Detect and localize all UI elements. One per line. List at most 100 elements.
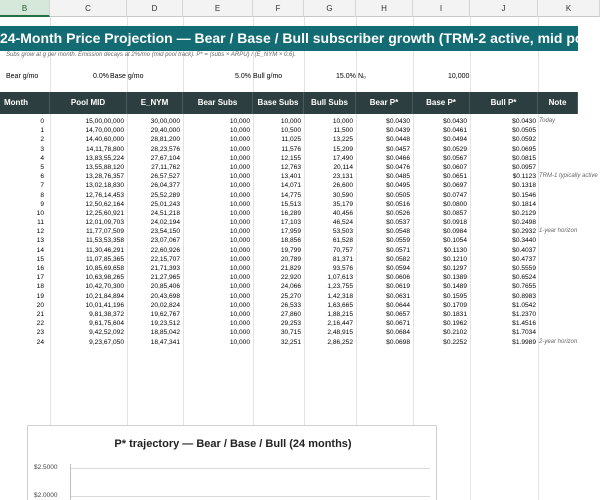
cell-bull-subs[interactable]: 26,600: [304, 181, 353, 190]
cell-bear-subs[interactable]: 10,000: [183, 282, 250, 291]
cell-base-subs[interactable]: 21,829: [253, 264, 301, 273]
cell-bull-p[interactable]: $1.7034: [470, 328, 536, 337]
cell-bear-p[interactable]: $0.0559: [356, 236, 410, 245]
cell-base-subs[interactable]: 17,959: [253, 227, 301, 236]
cell-note[interactable]: [538, 163, 600, 172]
cell-bear-subs[interactable]: 10,000: [183, 301, 250, 310]
cell-pool-mid[interactable]: 9,42,52,092: [50, 328, 124, 337]
cell-note[interactable]: [538, 301, 600, 310]
cell-month[interactable]: 3: [0, 145, 44, 154]
cell-base-p[interactable]: $0.2252: [413, 338, 467, 347]
cell-bear-subs[interactable]: 10,000: [183, 154, 250, 163]
cell-base-p[interactable]: $0.0857: [413, 209, 467, 218]
cell-bear-p[interactable]: $0.0495: [356, 181, 410, 190]
cell-bear-subs[interactable]: 10,000: [183, 338, 250, 347]
column-header-j[interactable]: J: [470, 0, 538, 17]
column-header-i[interactable]: I: [413, 0, 470, 17]
cell-e-nym[interactable]: 25,01,243: [127, 200, 180, 209]
cell-base-subs[interactable]: 27,860: [253, 310, 301, 319]
cell-month[interactable]: 11: [0, 218, 44, 227]
bear-growth-value[interactable]: 0.0%: [93, 73, 109, 80]
cell-bear-subs[interactable]: 10,000: [183, 328, 250, 337]
cell-bull-p[interactable]: $0.1814: [470, 200, 536, 209]
header-base-p[interactable]: Base P*: [413, 92, 470, 114]
cell-bull-subs[interactable]: 1,23,755: [304, 282, 353, 291]
cell-pool-mid[interactable]: 14,40,60,000: [50, 135, 124, 144]
cell-pool-mid[interactable]: 9,23,67,050: [50, 338, 124, 347]
base-growth-value[interactable]: 5.0%: [235, 73, 251, 80]
cell-pool-mid[interactable]: 14,70,00,000: [50, 126, 124, 135]
column-header-g[interactable]: G: [304, 0, 356, 17]
column-header-c[interactable]: C: [50, 0, 127, 17]
cell-pool-mid[interactable]: 11,07,85,365: [50, 255, 124, 264]
cell-bull-p[interactable]: $1.4516: [470, 319, 536, 328]
cell-bear-subs[interactable]: 10,000: [183, 126, 250, 135]
cell-bull-subs[interactable]: 1,63,665: [304, 301, 353, 310]
cell-pool-mid[interactable]: 15,00,00,000: [50, 117, 124, 126]
cell-month[interactable]: 17: [0, 273, 44, 282]
cell-e-nym[interactable]: 23,54,150: [127, 227, 180, 236]
cell-bear-subs[interactable]: 10,000: [183, 292, 250, 301]
cell-bull-p[interactable]: $0.0592: [470, 135, 536, 144]
cell-bear-p[interactable]: $0.0631: [356, 292, 410, 301]
cell-pool-mid[interactable]: 13,02,18,830: [50, 181, 124, 190]
cell-e-nym[interactable]: 21,27,965: [127, 273, 180, 282]
cell-e-nym[interactable]: 18,47,341: [127, 338, 180, 347]
cell-bear-p[interactable]: $0.0526: [356, 209, 410, 218]
cell-bear-subs[interactable]: 10,000: [183, 255, 250, 264]
cell-bear-subs[interactable]: 10,000: [183, 163, 250, 172]
cell-e-nym[interactable]: 28,81,200: [127, 135, 180, 144]
chart-title[interactable]: P* trajectory — Bear / Base / Bull (24 m…: [28, 438, 438, 450]
cell-bear-subs[interactable]: 10,000: [183, 191, 250, 200]
cell-base-p[interactable]: $0.0529: [413, 145, 467, 154]
cell-bull-p[interactable]: $0.1546: [470, 191, 536, 200]
cell-base-subs[interactable]: 29,253: [253, 319, 301, 328]
cell-bull-p[interactable]: $0.4737: [470, 255, 536, 264]
cell-base-subs[interactable]: 20,789: [253, 255, 301, 264]
cell-e-nym[interactable]: 27,67,104: [127, 154, 180, 163]
cell-bear-subs[interactable]: 10,000: [183, 117, 250, 126]
cell-bear-p[interactable]: $0.0537: [356, 218, 410, 227]
cell-base-p[interactable]: $0.1297: [413, 264, 467, 273]
cell-bull-p[interactable]: $0.0957: [470, 163, 536, 172]
cell-bear-subs[interactable]: 10,000: [183, 135, 250, 144]
cell-bear-p[interactable]: $0.0485: [356, 172, 410, 181]
cell-bull-p[interactable]: $1.0542: [470, 301, 536, 310]
cell-month[interactable]: 9: [0, 200, 44, 209]
cell-base-subs[interactable]: 14,775: [253, 191, 301, 200]
cell-bull-subs[interactable]: 70,757: [304, 246, 353, 255]
cell-month[interactable]: 8: [0, 191, 44, 200]
cell-note[interactable]: [538, 282, 600, 291]
cell-bull-p[interactable]: $0.3440: [470, 236, 536, 245]
cell-base-p[interactable]: $0.1389: [413, 273, 467, 282]
cell-bull-p[interactable]: $0.2932: [470, 227, 536, 236]
cell-base-p[interactable]: $0.1489: [413, 282, 467, 291]
cell-e-nym[interactable]: 19,62,767: [127, 310, 180, 319]
header-note[interactable]: Note: [538, 92, 578, 114]
cell-note[interactable]: [538, 191, 600, 200]
cell-base-subs[interactable]: 32,251: [253, 338, 301, 347]
header-bear-subs[interactable]: Bear Subs: [183, 92, 253, 114]
cell-bull-subs[interactable]: 81,371: [304, 255, 353, 264]
cell-bear-subs[interactable]: 10,000: [183, 246, 250, 255]
header-bull-subs[interactable]: Bull Subs: [304, 92, 356, 114]
cell-note[interactable]: [538, 319, 600, 328]
cell-bear-p[interactable]: $0.0606: [356, 273, 410, 282]
cell-base-subs[interactable]: 22,920: [253, 273, 301, 282]
cell-pool-mid[interactable]: 10,21,84,894: [50, 292, 124, 301]
cell-base-subs[interactable]: 30,715: [253, 328, 301, 337]
column-header-k[interactable]: K: [538, 0, 600, 17]
cell-base-p[interactable]: $0.0651: [413, 172, 467, 181]
header-pool-mid[interactable]: Pool MID: [50, 92, 127, 114]
cell-bear-p[interactable]: $0.0684: [356, 328, 410, 337]
cell-base-p[interactable]: $0.1709: [413, 301, 467, 310]
cell-base-p[interactable]: $0.0918: [413, 218, 467, 227]
cell-bear-p[interactable]: $0.0594: [356, 264, 410, 273]
cell-bull-p[interactable]: $0.1318: [470, 181, 536, 190]
cell-base-p[interactable]: $0.0607: [413, 163, 467, 172]
cell-bear-subs[interactable]: 10,000: [183, 209, 250, 218]
cell-bear-p[interactable]: $0.0448: [356, 135, 410, 144]
cell-base-subs[interactable]: 10,500: [253, 126, 301, 135]
cell-month[interactable]: 1: [0, 126, 44, 135]
cell-pool-mid[interactable]: 11,53,53,358: [50, 236, 124, 245]
